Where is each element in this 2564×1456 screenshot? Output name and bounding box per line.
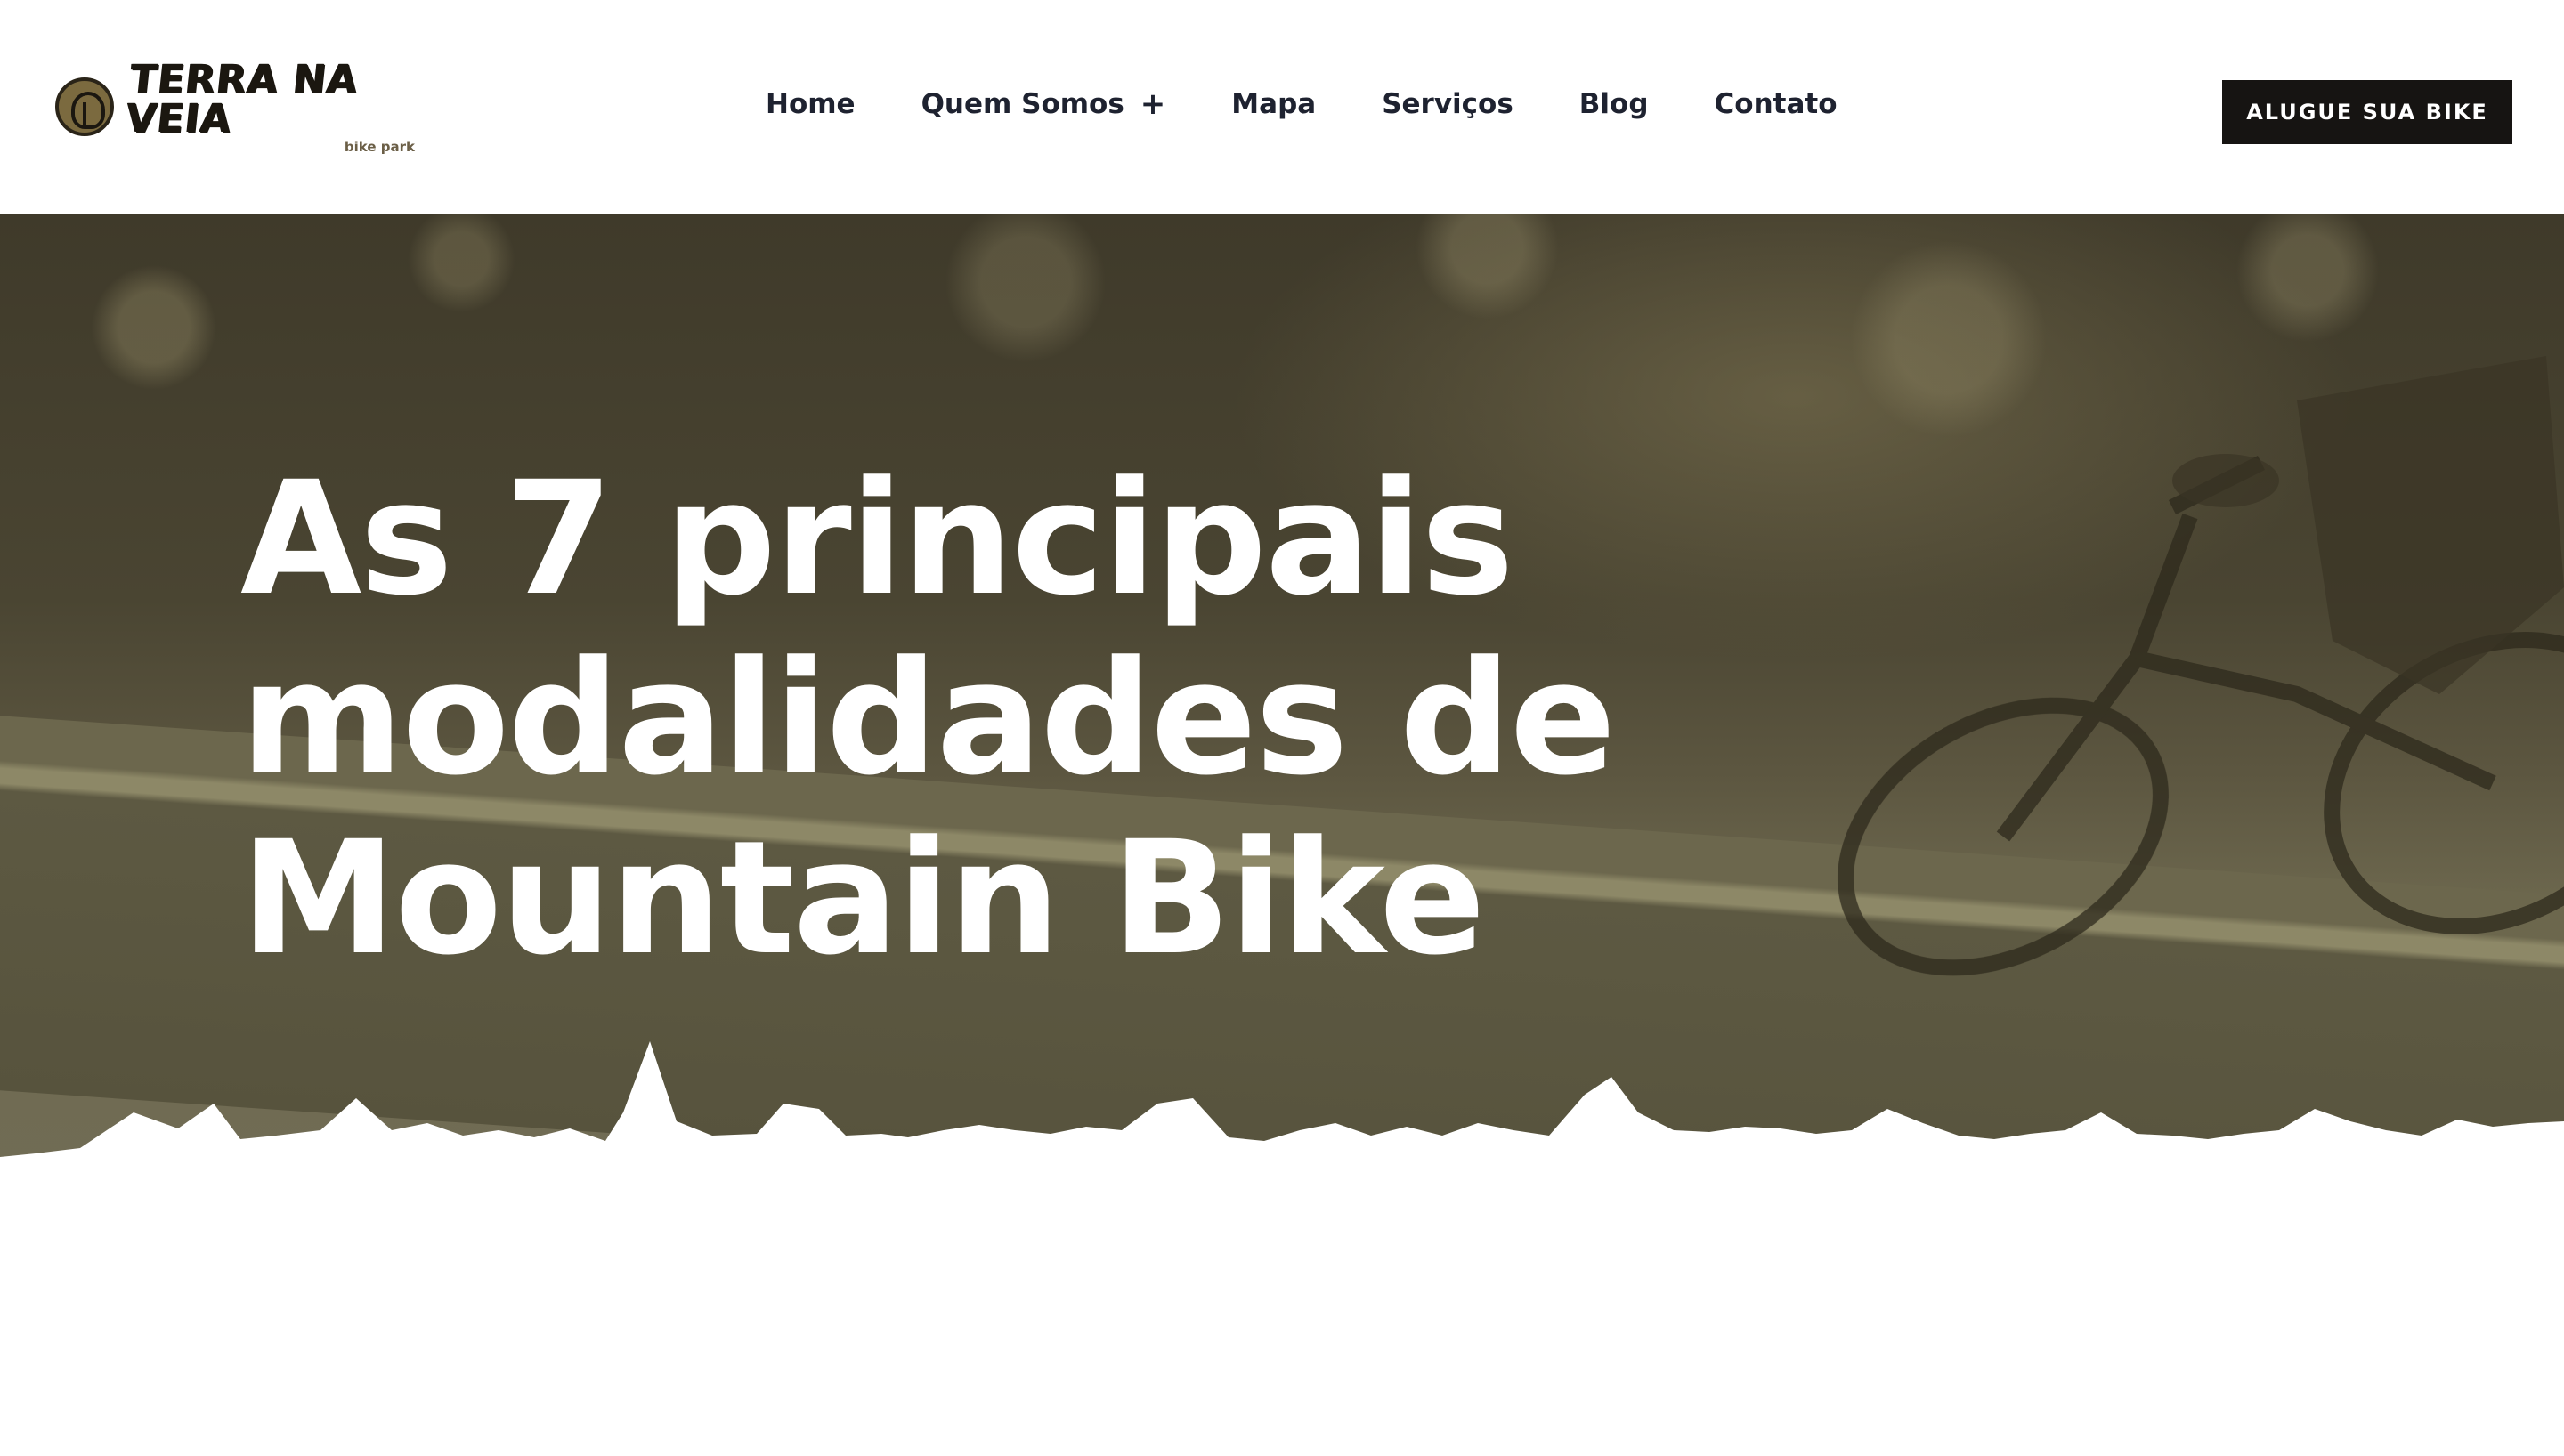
nav-item-blog[interactable]: Blog (1579, 88, 1649, 120)
page-content-area (0, 1228, 2564, 1456)
nav-item-label: Blog (1578, 88, 1649, 120)
nav-item-home[interactable]: Home (766, 88, 856, 120)
logo-wordmark: TERRA NA VEIA (124, 56, 361, 142)
nav-item-label: Serviços (1382, 88, 1513, 120)
torn-paper-edge (0, 1041, 2564, 1228)
site-header: TERRA NA VEIA bike park Home Quem Somos … (0, 0, 2564, 214)
logo-text: TERRA NA VEIA bike park (124, 57, 420, 155)
logo-emblem-icon (55, 77, 114, 136)
nav-item-label: Quem Somos (921, 88, 1124, 120)
hero-banner: As 7 principais modalidades de Mountain … (0, 214, 2564, 1228)
nav-item-servicos[interactable]: Serviços (1382, 88, 1513, 120)
main-nav: Home Quem Somos + Mapa Serviços Blog Con… (766, 82, 1838, 126)
rent-bike-button[interactable]: ALUGUE SUA BIKE (2222, 80, 2512, 144)
nav-item-label: Contato (1714, 88, 1838, 120)
nav-item-label: Mapa (1231, 88, 1317, 120)
logo-subtitle: bike park (344, 138, 415, 155)
page-title: As 7 principais modalidades de Mountain … (240, 448, 1616, 990)
nav-item-contato[interactable]: Contato (1715, 88, 1838, 120)
nav-item-mapa[interactable]: Mapa (1231, 88, 1316, 120)
nav-item-label: Home (766, 88, 856, 120)
nav-item-quem-somos[interactable]: Quem Somos + (921, 86, 1166, 122)
site-logo[interactable]: TERRA NA VEIA bike park (55, 57, 420, 153)
plus-icon[interactable]: + (1140, 86, 1166, 122)
